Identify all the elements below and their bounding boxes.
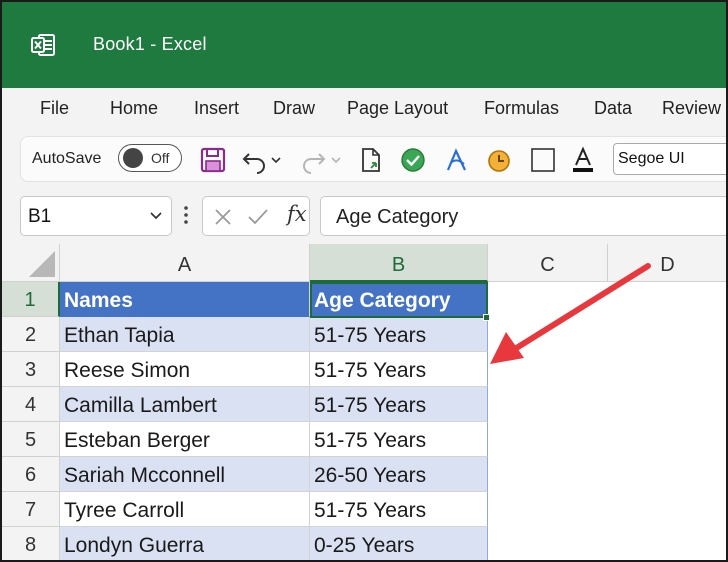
row-header-6[interactable]: 6 bbox=[2, 457, 60, 492]
timer-icon[interactable] bbox=[485, 146, 513, 174]
autosave-label: AutoSave bbox=[32, 150, 102, 167]
tab-insert[interactable]: Insert bbox=[194, 98, 239, 119]
row-header-4[interactable]: 4 bbox=[2, 387, 60, 422]
cell-a3[interactable]: Reese Simon bbox=[60, 352, 310, 387]
column-header-b[interactable]: B bbox=[310, 244, 488, 282]
insert-function-button[interactable]: fx bbox=[287, 202, 307, 226]
tab-review[interactable]: Review bbox=[662, 98, 721, 119]
cell-b5[interactable]: 51-75 Years bbox=[310, 422, 488, 457]
tab-home[interactable]: Home bbox=[110, 98, 158, 119]
annotation-arrow-icon bbox=[490, 263, 651, 364]
tab-file[interactable]: File bbox=[40, 98, 69, 119]
select-all-triangle-icon bbox=[29, 251, 55, 277]
row-header-3[interactable]: 3 bbox=[2, 352, 60, 387]
check-circle-icon[interactable] bbox=[399, 146, 427, 174]
more-options-icon[interactable] bbox=[183, 204, 189, 226]
cancel-icon[interactable] bbox=[213, 207, 233, 227]
excel-window: Book1 - Excel File Home Insert Draw Page… bbox=[0, 0, 728, 562]
cell-b6[interactable]: 26-50 Years bbox=[310, 457, 488, 492]
cell-a4[interactable]: Camilla Lambert bbox=[60, 387, 310, 422]
select-all-button[interactable] bbox=[2, 244, 60, 282]
cell-b1[interactable]: Age Category bbox=[310, 282, 488, 317]
row-header-8[interactable]: 8 bbox=[2, 527, 60, 560]
row-header-7[interactable]: 7 bbox=[2, 492, 60, 527]
cell-b2[interactable]: 51-75 Years bbox=[310, 317, 488, 352]
title-bar: Book1 - Excel bbox=[2, 2, 726, 88]
save-icon[interactable] bbox=[199, 146, 227, 174]
formula-bar: B1 fx Age Category bbox=[2, 188, 726, 244]
ribbon-tabs: File Home Insert Draw Page Layout Formul… bbox=[2, 88, 726, 130]
excel-logo-icon bbox=[31, 34, 55, 56]
formula-controls: fx bbox=[202, 196, 310, 236]
undo-dropdown-icon[interactable] bbox=[269, 146, 283, 174]
font-name-field[interactable]: Segoe UI bbox=[613, 143, 726, 175]
formula-content: Age Category bbox=[336, 206, 459, 228]
autosave-toggle[interactable]: Off bbox=[118, 144, 182, 172]
chevron-down-icon[interactable] bbox=[149, 209, 163, 223]
name-box-value: B1 bbox=[28, 206, 52, 227]
window-title: Book1 - Excel bbox=[93, 34, 207, 54]
font-name-value: Segoe UI bbox=[618, 150, 685, 167]
redo-icon[interactable] bbox=[299, 146, 327, 174]
redo-dropdown-icon[interactable] bbox=[329, 146, 343, 174]
quick-access-toolbar: AutoSave Off Segoe UI bbox=[20, 136, 726, 182]
font-color-icon[interactable] bbox=[569, 146, 597, 174]
row-header-1[interactable]: 1 bbox=[2, 282, 60, 317]
tab-formulas[interactable]: Formulas bbox=[484, 98, 559, 119]
row-header-5[interactable]: 5 bbox=[2, 422, 60, 457]
tab-draw[interactable]: Draw bbox=[273, 98, 315, 119]
undo-icon[interactable] bbox=[241, 146, 269, 174]
cell-b8[interactable]: 0-25 Years bbox=[310, 527, 488, 560]
draw-pen-icon[interactable] bbox=[443, 146, 471, 174]
column-header-a[interactable]: A bbox=[60, 244, 310, 282]
tab-data[interactable]: Data bbox=[594, 98, 632, 119]
tab-page-layout[interactable]: Page Layout bbox=[347, 98, 448, 119]
cell-b4[interactable]: 51-75 Years bbox=[310, 387, 488, 422]
formula-input[interactable]: Age Category bbox=[320, 196, 726, 236]
toggle-knob bbox=[123, 148, 143, 168]
cell-a8[interactable]: Londyn Guerra bbox=[60, 527, 310, 560]
cell-a7[interactable]: Tyree Carroll bbox=[60, 492, 310, 527]
border-icon[interactable] bbox=[529, 146, 557, 174]
cell-a1[interactable]: Names bbox=[60, 282, 310, 317]
name-box[interactable]: B1 bbox=[20, 196, 172, 236]
enter-check-icon[interactable] bbox=[247, 207, 269, 227]
quick-access-area: AutoSave Off Segoe UI bbox=[2, 130, 726, 188]
cell-b3[interactable]: 51-75 Years bbox=[310, 352, 488, 387]
autosave-state: Off bbox=[151, 150, 170, 166]
cell-b7[interactable]: 51-75 Years bbox=[310, 492, 488, 527]
cell-a5[interactable]: Esteban Berger bbox=[60, 422, 310, 457]
row-header-2[interactable]: 2 bbox=[2, 317, 60, 352]
new-document-icon[interactable] bbox=[357, 146, 385, 174]
cell-a2[interactable]: Ethan Tapia bbox=[60, 317, 310, 352]
cell-a6[interactable]: Sariah Mcconnell bbox=[60, 457, 310, 492]
